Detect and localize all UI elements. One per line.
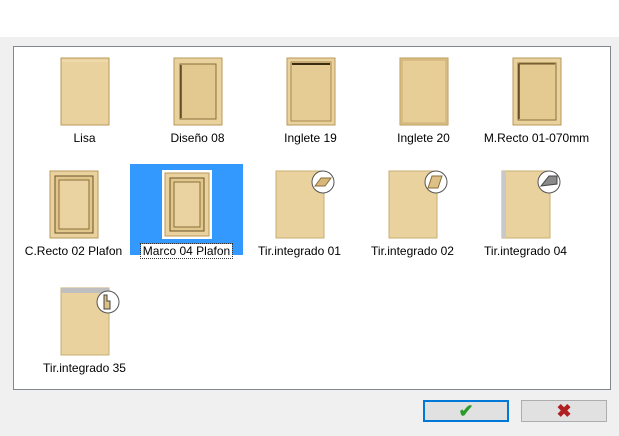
door-raised-panel-icon [161,170,212,239]
list-item-tir-integrado-04[interactable]: Tir.integrado 04 [469,164,582,276]
close-icon: ✖ [556,401,572,421]
list-item-label: Tir.integrado 01 [258,244,341,258]
list-item-label: Marco 04 Plafon [139,243,234,259]
list-item-tir-integrado-01[interactable]: Tir.integrado 01 [243,164,356,276]
door-mitre-flat-icon [399,57,448,126]
list-item-label: Tir.integrado 35 [43,361,126,375]
ok-button[interactable]: ✔ [423,400,509,422]
door-integrated-handle-icon [501,170,560,239]
list-item-tir-integrado-02[interactable]: Tir.integrado 02 [356,164,469,276]
door-plain-icon [60,57,109,126]
list-item-label: C.Recto 02 Plafon [24,244,123,258]
list-item-inglete-19[interactable]: Inglete 19 [254,51,367,163]
list-item-label: Inglete 19 [284,131,337,145]
list-item-label: Tir.integrado 02 [371,244,454,258]
list-item-label: Diseño 08 [170,131,225,145]
door-panel-icon [173,57,222,126]
door-integrated-handle-icon [275,170,334,239]
list-item-c-recto-02[interactable]: C.Recto 02 Plafon [17,164,130,276]
list-item-diseno-08[interactable]: Diseño 08 [141,51,254,163]
list-item-inglete-20[interactable]: Inglete 20 [367,51,480,163]
title-bar [0,0,619,37]
door-mitre-icon [286,57,335,126]
list-item-label: M.Recto 01-070mm [483,131,590,145]
list-item-label: Tir.integrado 04 [484,244,567,258]
door-integrated-handle-icon [388,170,447,239]
door-integrated-handle-icon [60,287,119,356]
list-item-m-recto[interactable]: M.Recto 01-070mm [480,51,593,163]
list-item-marco-04[interactable]: Marco 04 Plafon [130,164,243,276]
list-item-label: Lisa [73,131,96,145]
cancel-button[interactable]: ✖ [521,400,607,422]
door-style-list[interactable]: Lisa Diseño 08 Inglete 19 Inglete 20 M.R… [13,46,611,390]
list-item-label: Inglete 20 [397,131,450,145]
list-item-tir-integrado-35[interactable]: Tir.integrado 35 [28,281,141,393]
door-raised-panel-icon [49,170,98,239]
list-item-lisa[interactable]: Lisa [28,51,141,163]
check-icon: ✔ [458,401,474,421]
door-frame-icon [512,57,561,126]
